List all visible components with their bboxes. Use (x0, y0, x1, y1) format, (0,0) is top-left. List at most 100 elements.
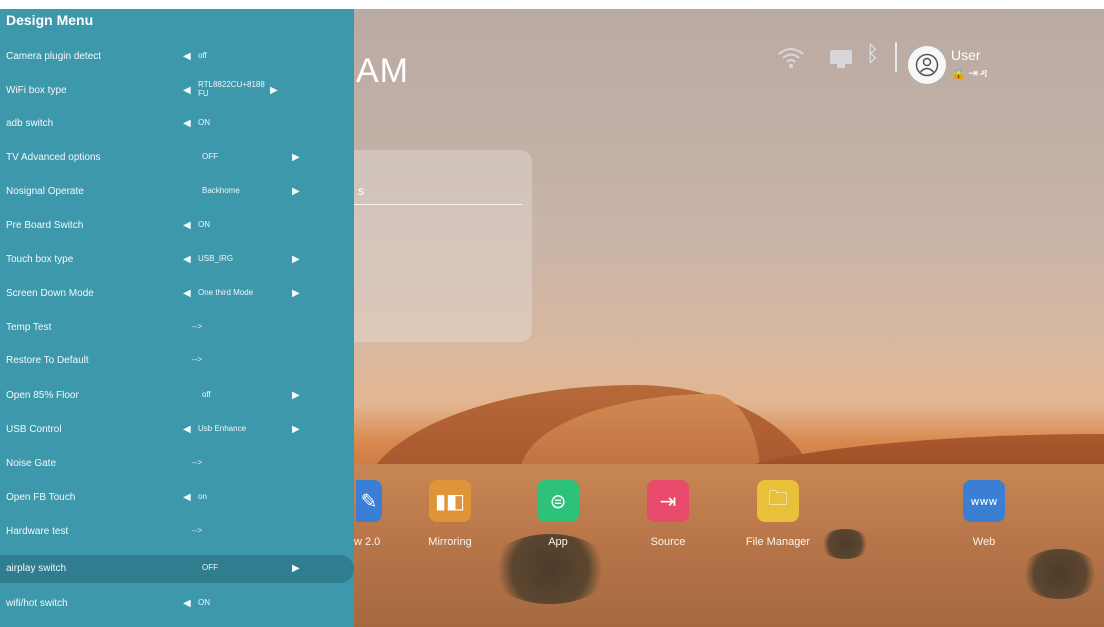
left-arrow-icon[interactable]: ◀ (183, 85, 191, 96)
menu-row[interactable]: Camera plugin detect ◀ off (0, 43, 354, 71)
menu-row-value: Usb Enhance (198, 424, 247, 433)
menu-row[interactable]: Temp Test --> (0, 314, 354, 342)
right-arrow-icon[interactable]: ▶ (292, 288, 300, 299)
left-arrow-icon[interactable]: ◀ (183, 51, 191, 62)
info-panel[interactable]: s (354, 150, 532, 342)
left-arrow-icon[interactable]: ◀ (183, 598, 191, 609)
right-arrow-icon[interactable]: ▶ (270, 85, 278, 96)
menu-row-label: Hardware test (6, 526, 69, 537)
dock-item-file-manager[interactable]: 🗀 File Manager (733, 480, 823, 548)
web-icon: www (963, 480, 1005, 522)
menu-row[interactable]: Pre Board Switch ◀ ON (0, 212, 354, 240)
ethernet-icon (830, 50, 852, 68)
shrub (820, 529, 870, 559)
folder-icon: 🗀 (757, 480, 799, 522)
menu-row-label: Temp Test (6, 322, 52, 333)
right-arrow-icon[interactable]: ▶ (292, 186, 300, 197)
menu-row[interactable]: airplay switch OFF ▶ (0, 555, 354, 583)
launcher-title: AM (356, 52, 409, 90)
left-arrow-icon[interactable]: ◀ (183, 424, 191, 435)
menu-row-label: Camera plugin detect (6, 51, 102, 62)
dock-item-source[interactable]: ⇥ Source (623, 480, 713, 548)
dock-label: Web (972, 536, 996, 548)
menu-row-label: USB Control (6, 424, 62, 435)
menu-row-value: ON (198, 598, 210, 607)
dock-item-web[interactable]: www Web (939, 480, 1029, 548)
pen-icon: ✎ (356, 480, 382, 522)
menu-row-value: Backhome (202, 186, 240, 195)
menu-row-label: Touch box type (6, 254, 74, 265)
dock-label: Mirroring (428, 536, 472, 548)
right-arrow-icon[interactable]: ▶ (292, 390, 300, 401)
wifi-icon (778, 48, 804, 68)
menu-row[interactable]: Nosignal Operate Backhome ▶ (0, 178, 354, 206)
dock-item-app[interactable]: ⊜ App (513, 480, 603, 548)
menu-row-value: ON (198, 220, 210, 229)
menu-row-value: --> (192, 322, 202, 331)
menu-row-label: Screen Down Mode (6, 288, 94, 299)
menu-row[interactable]: Open FB Touch ◀ on (0, 484, 354, 512)
menu-row[interactable]: USB Control ◀ Usb Enhance ▶ (0, 416, 354, 444)
source-icon: ⇥ (647, 480, 689, 522)
right-arrow-icon[interactable]: ▶ (292, 563, 300, 574)
dock-item-mirroring[interactable]: ▮◧ Mirroring (405, 480, 495, 548)
menu-row-label: Noise Gate (6, 458, 57, 469)
menu-row-label: WiFi box type (6, 85, 67, 96)
avatar[interactable] (908, 46, 946, 84)
menu-row-value: OFF (202, 152, 218, 161)
right-arrow-icon[interactable]: ▶ (292, 152, 300, 163)
menu-row-label: Open FB Touch (6, 492, 76, 503)
app-icon: ⊜ (537, 480, 579, 522)
menu-row[interactable]: Noise Gate --> (0, 450, 354, 478)
menu-row-value: RTL8822CU+8188 FU (198, 80, 265, 98)
design-menu: Design Menu Camera plugin detect ◀ off WiFi… (0, 9, 354, 627)
left-arrow-icon[interactable]: ◀ (183, 118, 191, 129)
menu-row-value: ON (198, 118, 210, 127)
info-panel-divider (354, 204, 522, 205)
dock-label: Source (650, 536, 686, 548)
menu-row-label: Restore To Default (6, 355, 89, 366)
user-icon (915, 53, 939, 77)
menu-row-value: --> (192, 355, 202, 364)
menu-row-value: OFF (202, 563, 218, 572)
menu-row-label: Open 85% Floor (6, 390, 79, 401)
menu-row[interactable]: Open 85% Floor off ▶ (0, 382, 354, 410)
left-arrow-icon[interactable]: ◀ (183, 492, 191, 503)
dock-label: App (548, 536, 568, 548)
menu-row-label: Pre Board Switch (6, 220, 84, 231)
menu-row-label: wifi/hot switch (6, 598, 68, 609)
menu-row[interactable]: adb switch ◀ ON (0, 110, 354, 138)
menu-row-value: on (198, 492, 207, 501)
left-arrow-icon[interactable]: ◀ (183, 220, 191, 231)
menu-row-label: TV Advanced options (6, 152, 101, 163)
right-arrow-icon[interactable]: ▶ (292, 424, 300, 435)
menu-row-value: USB_IRG (198, 254, 234, 263)
user-action-icons[interactable]: 🔒⇥ዳ (951, 66, 990, 81)
menu-row[interactable]: Touch box type ◀ USB_IRG ▶ (0, 246, 354, 274)
user-name[interactable]: User (951, 47, 981, 63)
status-divider (895, 42, 897, 72)
bluetooth-icon: ᛒ (866, 42, 880, 67)
menu-row-value: off (202, 390, 211, 399)
menu-row-label: adb switch (6, 118, 54, 129)
menu-row-value: One third Mode (198, 288, 254, 297)
shrub (1020, 549, 1100, 599)
menu-row[interactable]: Screen Down Mode ◀ One third Mode ▶ (0, 280, 354, 308)
menu-row[interactable]: Restore To Default --> (0, 347, 354, 375)
menu-title: Design Menu (6, 12, 94, 28)
menu-row[interactable]: WiFi box type ◀ RTL8822CU+8188 FU ▶ (0, 77, 354, 105)
menu-row-label: airplay switch (6, 563, 67, 574)
menu-row[interactable]: TV Advanced options OFF ▶ (0, 144, 354, 172)
info-panel-label: s (358, 184, 364, 198)
menu-row-value: off (198, 51, 207, 60)
dock-label: File Manager (745, 536, 811, 548)
menu-row-label: Nosignal Operate (6, 186, 84, 197)
right-arrow-icon[interactable]: ▶ (292, 254, 300, 265)
menu-row-value: --> (192, 458, 202, 467)
left-arrow-icon[interactable]: ◀ (183, 288, 191, 299)
menu-row-value: --> (192, 526, 202, 535)
menu-row[interactable]: wifi/hot switch ◀ ON (0, 590, 354, 618)
menu-row[interactable]: Hardware test --> (0, 518, 354, 546)
left-arrow-icon[interactable]: ◀ (183, 254, 191, 265)
mirroring-icon: ▮◧ (429, 480, 471, 522)
